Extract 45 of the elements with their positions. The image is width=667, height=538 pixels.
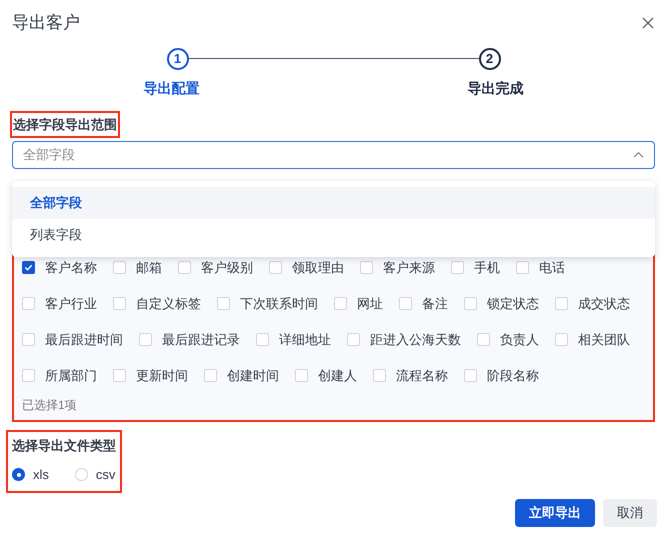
field-range-select[interactable]: 全部字段 — [12, 140, 655, 168]
step-number: 2 — [478, 48, 500, 70]
dropdown-option[interactable]: 列表字段 — [12, 218, 655, 250]
checkbox[interactable] — [22, 261, 35, 274]
checkbox-label: 客户级别 — [201, 258, 253, 277]
checkbox-label: 流程名称 — [396, 366, 448, 385]
export-button[interactable]: 立即导出 — [515, 498, 595, 526]
step-number: 1 — [166, 48, 188, 70]
checkbox-label: 所属部门 — [45, 366, 97, 385]
checkbox-label: 最后跟进记录 — [162, 330, 240, 349]
checkbox-label: 备注 — [422, 294, 448, 313]
checkbox-label: 详细地址 — [279, 330, 331, 349]
radio-button[interactable] — [12, 468, 25, 482]
step-label: 导出完成 — [468, 78, 524, 98]
checkbox-label: 网址 — [357, 294, 383, 313]
checkbox-label: 距进入公海天数 — [370, 330, 461, 349]
radio-label: xls — [33, 466, 49, 484]
checkbox-label: 最后跟进时间 — [45, 330, 123, 349]
checkbox-label: 阶段名称 — [487, 366, 539, 385]
checkbox-label: 锁定状态 — [487, 294, 539, 313]
checkbox-label: 成交状态 — [578, 294, 630, 313]
checkbox-label: 邮箱 — [136, 258, 162, 277]
radio-label: csv — [96, 466, 116, 484]
checkbox-label: 负责人 — [500, 330, 539, 349]
file-type-label: 选择导出文件类型 — [12, 436, 116, 454]
step-label: 导出配置 — [144, 78, 200, 98]
checkbox-label: 手机 — [474, 258, 500, 277]
field-range-label: 选择字段导出范围 — [12, 112, 118, 136]
checkbox-label: 创建人 — [318, 366, 357, 385]
checkbox-label: 客户来源 — [383, 258, 435, 277]
checkbox-label: 下次联系时间 — [240, 294, 318, 313]
checkbox-label: 客户行业 — [45, 294, 97, 313]
checkbox-label: 更新时间 — [136, 366, 188, 385]
dropdown-option[interactable]: 全部字段 — [12, 186, 655, 218]
checkbox-label: 创建时间 — [227, 366, 279, 385]
checkbox-label: 客户名称 — [45, 258, 97, 277]
checkbox-label: 电话 — [539, 258, 565, 277]
checkbox-label: 领取理由 — [292, 258, 344, 277]
dialog-title: 导出客户 — [12, 12, 80, 34]
close-icon[interactable] — [641, 16, 655, 30]
selected-count: 已选择1项 — [22, 396, 77, 414]
cancel-button[interactable]: 取消 — [603, 498, 657, 526]
checkbox-label: 相关团队 — [578, 330, 630, 349]
caret-icon — [633, 151, 644, 158]
checkbox-label: 自定义标签 — [136, 294, 201, 313]
